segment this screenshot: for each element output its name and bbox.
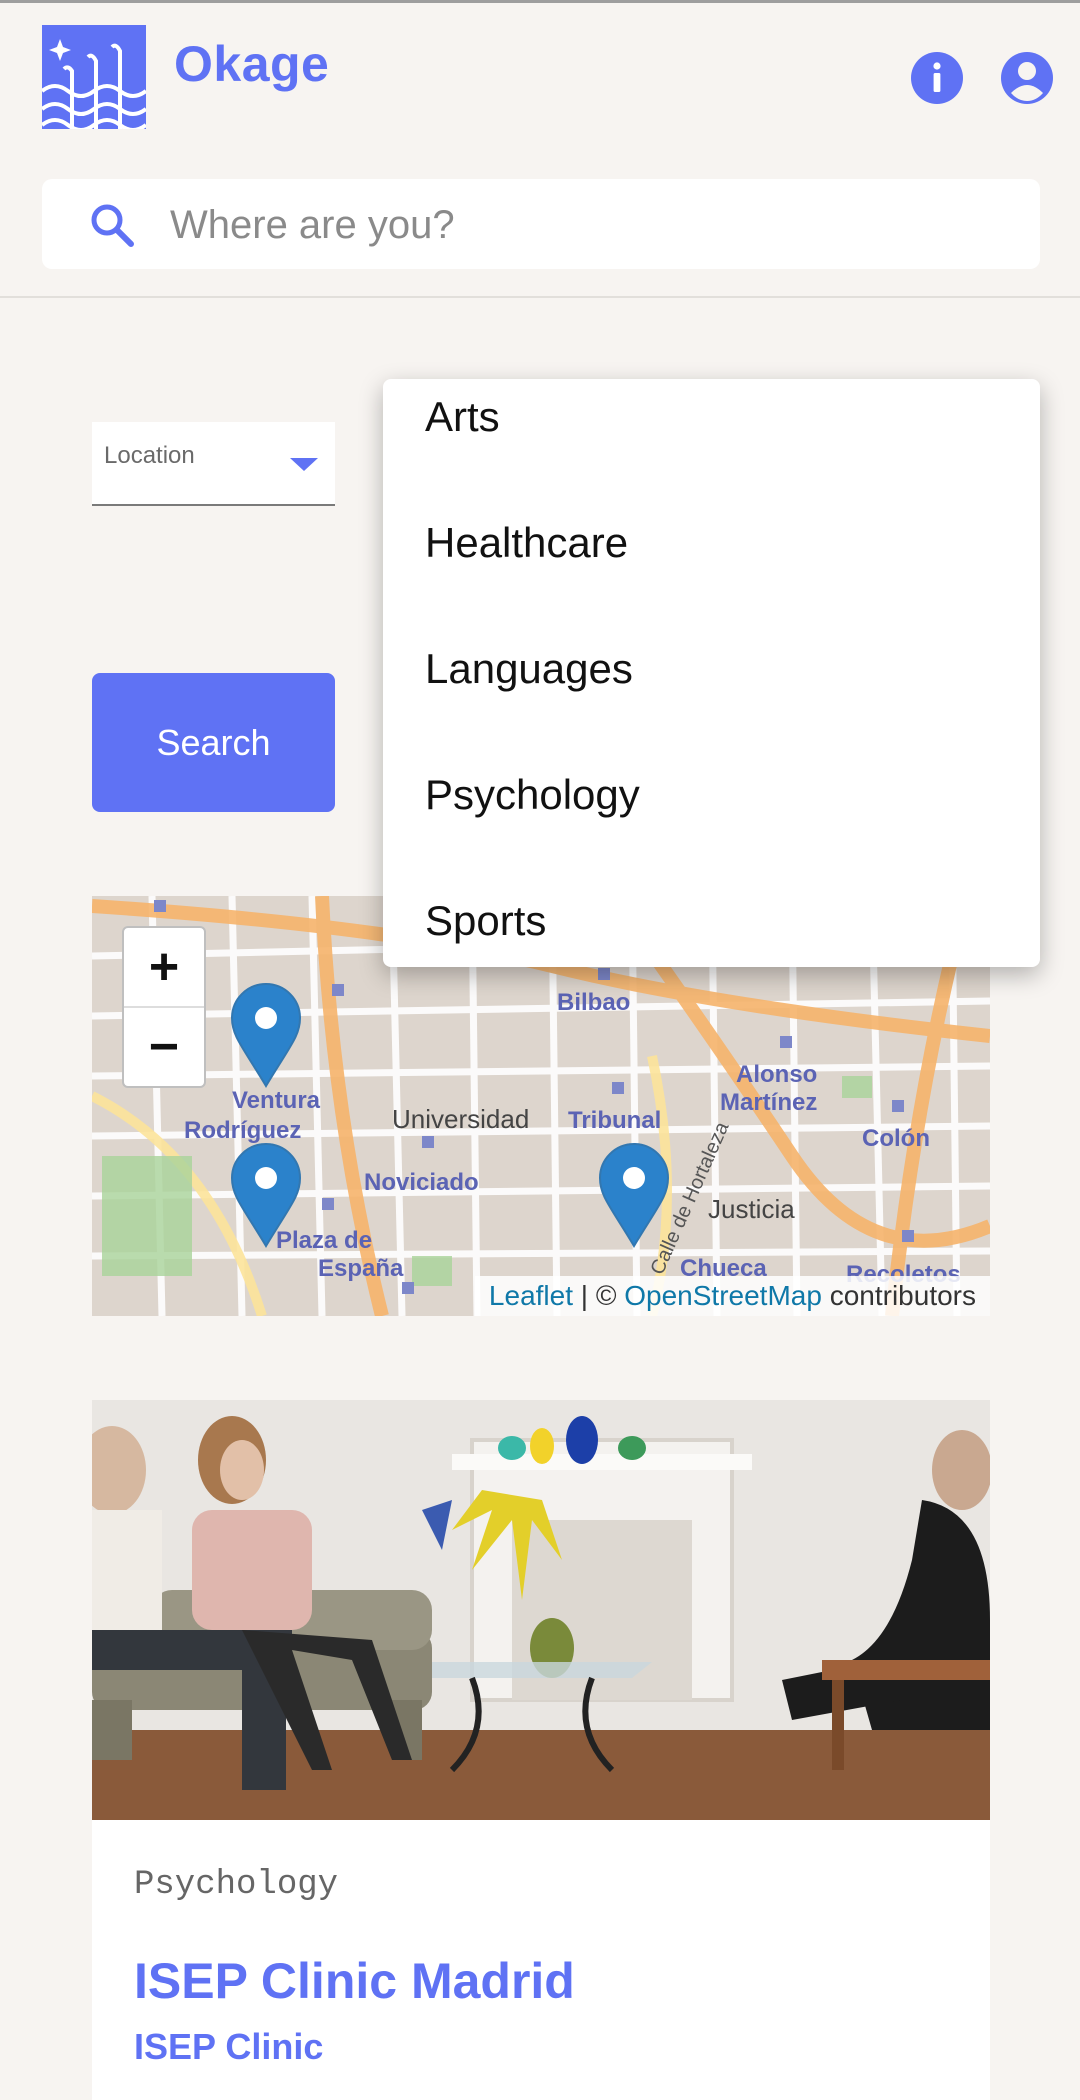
category-dropdown-menu: Arts Healthcare Languages Psychology Spo… <box>383 379 1040 967</box>
map-label: Plaza de <box>276 1227 372 1254</box>
location-label: Location <box>104 442 195 469</box>
clinic-card[interactable]: Psychology ISEP Clinic Madrid ISEP Clini… <box>92 1400 990 2100</box>
dropdown-option-sports[interactable]: Sports <box>425 897 546 945</box>
map-label: Tribunal <box>568 1107 661 1134</box>
search-input[interactable] <box>168 193 1012 257</box>
dropdown-option-arts[interactable]: Arts <box>425 393 500 441</box>
waves-logo-icon[interactable] <box>42 25 146 129</box>
map-label: Ventura <box>232 1087 321 1114</box>
zoom-in-button[interactable]: + <box>124 928 204 1008</box>
map-label: Universidad <box>392 1104 529 1134</box>
attribution-separator: | © <box>573 1280 625 1311</box>
account-circle-icon[interactable] <box>1000 51 1054 105</box>
app-header: Okage <box>0 3 1080 298</box>
dropdown-arrow-icon <box>290 458 318 471</box>
location-search-bar[interactable] <box>42 179 1040 269</box>
zoom-out-button[interactable]: − <box>124 1008 204 1086</box>
map-label: Martínez <box>720 1089 817 1116</box>
zoom-control: + − <box>122 926 206 1088</box>
dropdown-option-languages[interactable]: Languages <box>425 645 633 693</box>
openstreetmap-link[interactable]: OpenStreetMap <box>624 1280 822 1312</box>
map-label: España <box>318 1255 404 1282</box>
leaflet-link[interactable]: Leaflet <box>489 1280 573 1312</box>
info-icon[interactable] <box>910 51 964 105</box>
card-subtitle[interactable]: ISEP Clinic <box>134 2026 323 2068</box>
attribution-suffix: contributors <box>821 1280 976 1311</box>
search-icon <box>91 204 134 247</box>
clinic-photo <box>92 1400 990 1820</box>
card-title[interactable]: ISEP Clinic Madrid <box>134 1952 575 2010</box>
map-label: Colón <box>862 1125 930 1152</box>
location-select[interactable]: Location <box>92 422 335 506</box>
map-label: Rodríguez <box>184 1117 301 1144</box>
map-label: Bilbao <box>557 989 630 1016</box>
card-category: Psychology <box>134 1866 339 1904</box>
dropdown-option-psychology[interactable]: Psychology <box>425 771 640 819</box>
map-label: Justicia <box>708 1194 795 1224</box>
map-label: Alonso <box>736 1061 817 1088</box>
search-button[interactable]: Search <box>92 673 335 812</box>
map-attribution: Leaflet | © OpenStreetMap contributors <box>474 1276 990 1316</box>
dropdown-option-healthcare[interactable]: Healthcare <box>425 519 628 567</box>
map-label: Noviciado <box>364 1169 479 1196</box>
app-title: Okage <box>174 36 330 92</box>
